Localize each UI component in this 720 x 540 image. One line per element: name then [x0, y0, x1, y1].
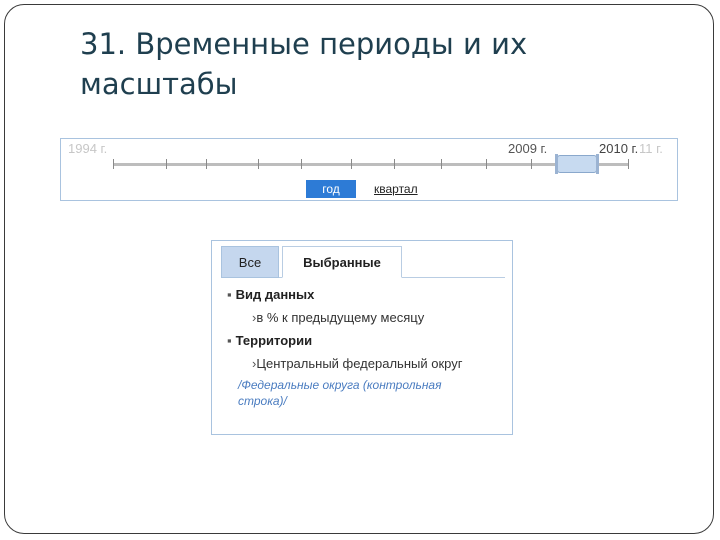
- timeline-end-label: 11 г.: [639, 141, 663, 156]
- section-territories: ▪ Территории: [227, 333, 312, 348]
- timeline-tick: [486, 159, 487, 169]
- timeline-tick: [113, 159, 114, 169]
- slide-title: 31. Временные периоды и их масштабы: [80, 24, 640, 104]
- timeline-tick: [206, 159, 207, 169]
- list-item-label: Центральный федеральный округ: [256, 356, 463, 371]
- timeline-tick: [166, 159, 167, 169]
- list-item-territory[interactable]: ›Центральный федеральный округ: [252, 356, 462, 371]
- timeline-tick: [394, 159, 395, 169]
- timeline-track[interactable]: [113, 163, 629, 166]
- list-item-data-type[interactable]: ›в % к предыдущему месяцу: [252, 310, 424, 325]
- quarter-link[interactable]: квартал: [374, 180, 418, 198]
- slide-title-line1: 31. Временные периоды и их: [80, 27, 528, 61]
- timeline-2010-label: 2010 г.: [599, 141, 639, 156]
- section-territories-title: Территории: [235, 333, 313, 348]
- year-button[interactable]: год: [306, 180, 356, 198]
- bullet-icon: ▪: [227, 287, 232, 302]
- slide-title-line2: масштабы: [80, 67, 238, 101]
- timeline-tick: [441, 159, 442, 169]
- tab-bar: Все Выбранные: [221, 246, 505, 278]
- timeline-2009-label: 2009 г.: [508, 141, 548, 156]
- list-item-label: в % к предыдущему месяцу: [256, 310, 425, 325]
- timeline-range-handle[interactable]: [555, 154, 599, 174]
- tab-selected[interactable]: Выбранные: [282, 246, 402, 278]
- tab-all[interactable]: Все: [221, 246, 279, 278]
- section-data-type-title: Вид данных: [235, 287, 315, 302]
- timeline-tick: [351, 159, 352, 169]
- timeline-tick: [628, 159, 629, 169]
- selection-panel: Все Выбранные ▪ Вид данных ›в % к предыду…: [211, 240, 513, 435]
- control-row-note: /Федеральные округа (контрольная строка)…: [238, 378, 442, 408]
- timeline-widget: 1994 г. 2009 г. 2010 г. 11 г. год кварта…: [60, 138, 678, 201]
- section-data-type: ▪ Вид данных: [227, 287, 314, 302]
- bullet-icon: ▪: [227, 333, 232, 348]
- timeline-tick: [531, 159, 532, 169]
- timeline-start-label: 1994 г.: [68, 141, 108, 156]
- timeline-tick: [301, 159, 302, 169]
- timeline-tick: [258, 159, 259, 169]
